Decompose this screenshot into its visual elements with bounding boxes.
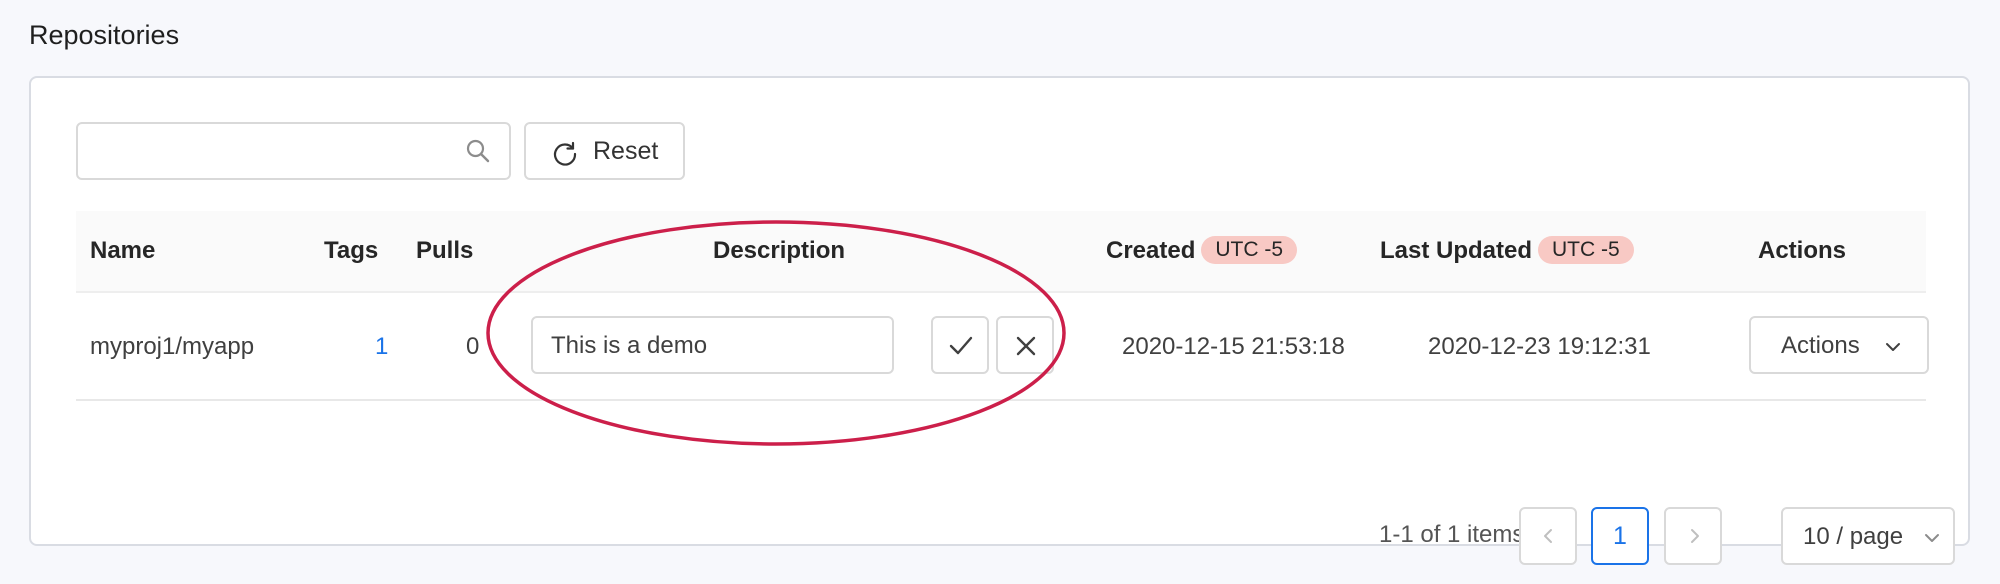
description-field[interactable] — [531, 316, 894, 374]
last-updated-timezone-badge: UTC -5 — [1538, 235, 1634, 264]
repositories-panel: Reset Name Tags Pulls Description Create… — [29, 76, 1970, 565]
last-updated-date: 2020-12-23 19:12:31 — [1428, 333, 1651, 360]
table-row: myproj1/myapp 1 0 2020-12-15 21:53:18 20… — [76, 295, 1929, 401]
column-header-created[interactable]: Created UTC -5 — [1106, 235, 1298, 266]
chevron-right-icon — [1691, 529, 1699, 543]
column-header-description: Description — [713, 237, 846, 264]
pagination-summary: 1-1 of 1 items — [1379, 521, 1525, 548]
column-header-last-updated[interactable]: Last Updated UTC -5 — [1380, 235, 1634, 266]
close-icon — [1016, 336, 1036, 356]
page-size-label: 10 / page — [1803, 523, 1904, 550]
description-input[interactable] — [551, 327, 881, 365]
page-size-select[interactable]: 10 / page — [1781, 507, 1955, 565]
last-updated-label: Last Updated — [1380, 237, 1533, 264]
chevron-down-icon — [1925, 534, 1939, 542]
table-header: Name Tags Pulls Description Created UTC -… — [76, 211, 1926, 293]
column-header-pulls[interactable]: Pulls — [416, 237, 473, 265]
chevron-left-icon — [1544, 529, 1552, 543]
reload-icon — [553, 141, 577, 166]
actions-dropdown-label: Actions — [1781, 332, 1860, 359]
page-1-button[interactable]: 1 — [1591, 507, 1649, 565]
pulls-count: 0 — [466, 333, 480, 360]
reset-label: Reset — [593, 137, 659, 165]
tags-count-link[interactable]: 1 — [375, 333, 388, 361]
column-header-tags[interactable]: Tags — [324, 237, 378, 265]
created-timezone-badge: UTC -5 — [1201, 235, 1298, 264]
actions-dropdown[interactable]: Actions — [1749, 316, 1929, 374]
previous-page-button[interactable] — [1519, 507, 1577, 565]
column-header-name[interactable]: Name — [90, 237, 155, 265]
reset-button[interactable]: Reset — [524, 122, 685, 180]
created-date: 2020-12-15 21:53:18 — [1122, 333, 1345, 360]
search-input[interactable] — [92, 132, 452, 170]
page-title: Repositories — [29, 20, 180, 50]
confirm-description-button[interactable] — [931, 316, 989, 374]
column-header-actions: Actions — [1758, 237, 1847, 264]
search-icon[interactable] — [465, 138, 491, 164]
repository-name: myproj1/myapp — [90, 333, 255, 360]
check-icon — [949, 336, 973, 355]
chevron-down-icon — [1886, 343, 1900, 351]
next-page-button[interactable] — [1664, 507, 1722, 565]
created-label: Created — [1106, 237, 1196, 264]
cancel-description-button[interactable] — [996, 316, 1054, 374]
search-box[interactable] — [76, 122, 511, 180]
